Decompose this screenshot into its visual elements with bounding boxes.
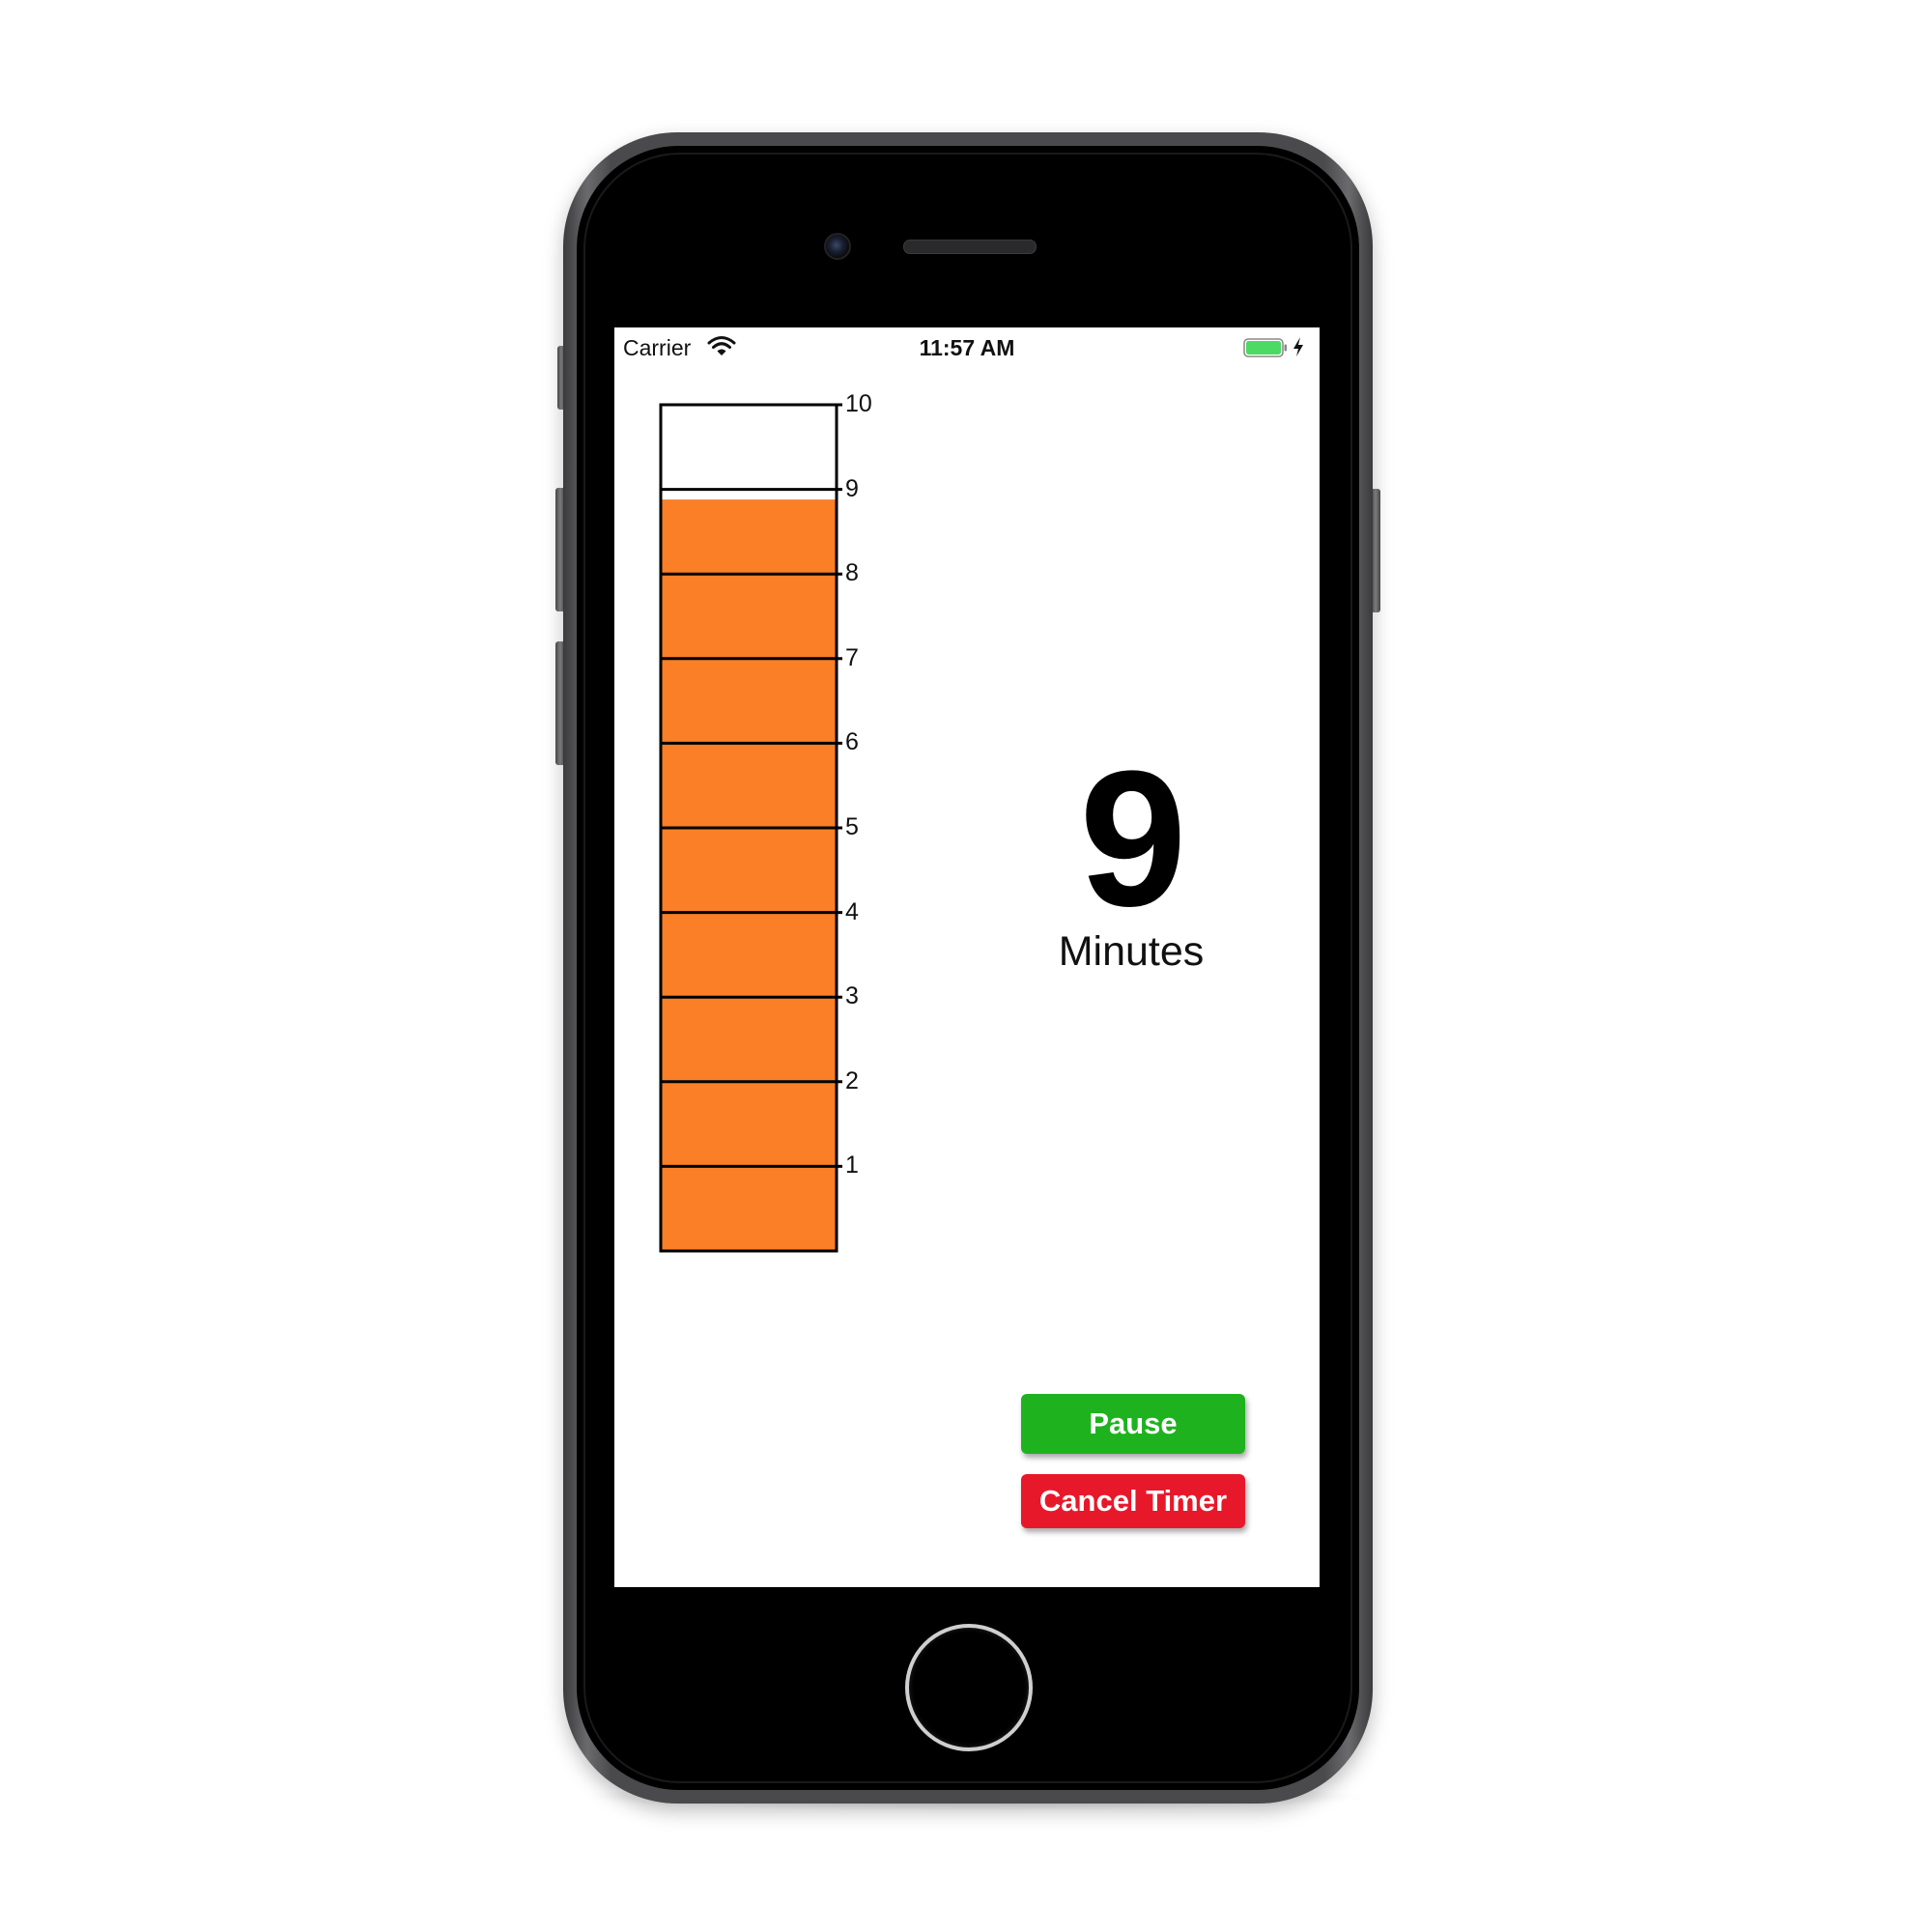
- tick-label-6: 6: [845, 728, 859, 756]
- cancel-timer-button[interactable]: Cancel Timer: [1021, 1474, 1245, 1528]
- tick-label-9: 9: [845, 474, 859, 502]
- earpiece-speaker: [903, 240, 1037, 254]
- status-time: 11:57 AM: [919, 335, 1015, 360]
- pause-button[interactable]: Pause: [1021, 1394, 1245, 1454]
- remaining-minutes-unit: Minutes: [1058, 928, 1205, 975]
- front-camera-icon: [824, 233, 851, 260]
- tick-label-1: 1: [845, 1151, 859, 1179]
- remaining-time-fill: [661, 499, 837, 1251]
- remaining-minutes-value: 9: [1079, 731, 1186, 947]
- tick-label-2: 2: [845, 1066, 859, 1094]
- app-screen: Carrier 11:57 AM 1 2 3 4 5 6 7 8 9 10 9 Minutes P…: [614, 327, 1320, 1587]
- tick-label-3: 3: [845, 982, 859, 1010]
- tick-label-7: 7: [845, 643, 859, 671]
- tick-label-5: 5: [845, 813, 859, 840]
- tick-label-10: 10: [845, 390, 872, 417]
- charging-bolt-icon: [1293, 337, 1303, 356]
- tick-label-8: 8: [845, 559, 859, 587]
- home-button[interactable]: [905, 1624, 1033, 1751]
- tick-label-4: 4: [845, 897, 859, 925]
- status-bar: Carrier 11:57 AM: [614, 327, 1320, 366]
- battery-icon: [1243, 338, 1287, 357]
